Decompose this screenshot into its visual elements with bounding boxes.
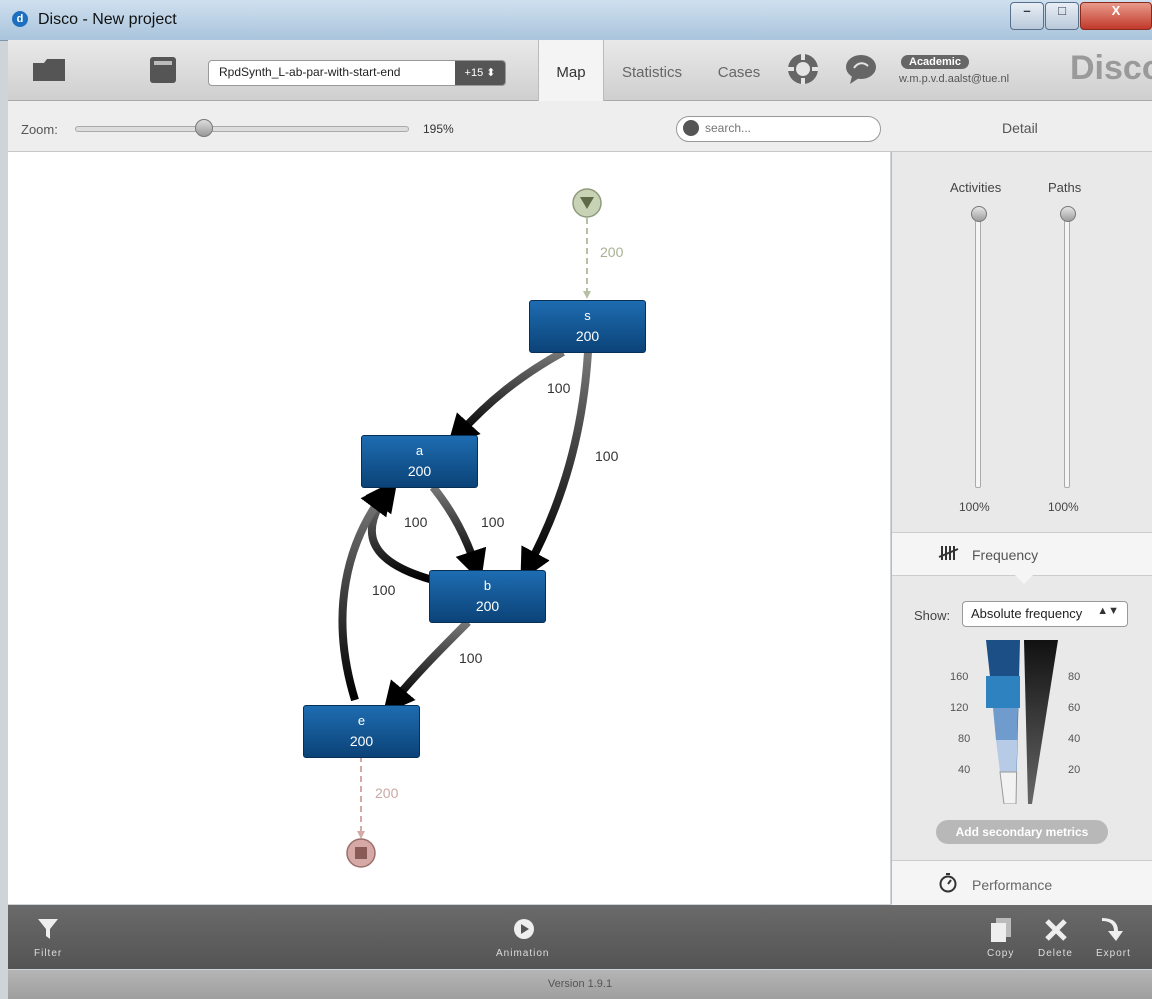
detail-panel: Activities Paths 100% 100% Frequency Sho… (891, 152, 1152, 905)
show-label: Show: (914, 608, 951, 623)
version-bar: Version 1.9.1 (8, 970, 1152, 999)
activities-slider-label: Activities (950, 180, 1002, 195)
zoom-slider-knob[interactable] (195, 119, 213, 137)
license-badge: Academic (901, 55, 969, 69)
edge-label-e-end: 200 (375, 785, 399, 801)
frequency-pointer (1014, 574, 1034, 584)
window-title: Disco - New project (38, 11, 177, 28)
end-node[interactable] (346, 838, 376, 868)
filter-icon[interactable] (37, 917, 59, 941)
edge-a-b[interactable] (429, 484, 487, 583)
frequency-header[interactable]: Frequency (892, 532, 1152, 576)
copy-icon[interactable] (990, 917, 1012, 943)
main-toolbar: RpdSynth_L-ab-par-with-start-end +15 ⬍ M… (8, 40, 1152, 101)
edge-label-a-b: 100 (481, 514, 505, 530)
right-scale-60: 60 (1068, 702, 1081, 714)
select-arrows-icon: ▲▼ (1097, 605, 1119, 617)
activity-node-a[interactable]: a 200 (361, 435, 478, 488)
frequency-label: Frequency (972, 547, 1039, 563)
zoom-label: Zoom: (21, 122, 58, 137)
activities-value: 100% (959, 500, 990, 514)
activity-name: e (357, 713, 366, 728)
activities-slider-track[interactable] (975, 214, 981, 488)
zoom-value: 195% (423, 122, 454, 136)
activity-name: a (415, 443, 424, 458)
paths-slider-label: Paths (1048, 180, 1082, 195)
dataset-count-badge[interactable]: +15 ⬍ (455, 61, 505, 85)
delete-icon[interactable] (1044, 918, 1068, 942)
help-lifebuoy-icon[interactable] (786, 52, 820, 86)
activity-frequency: 200 (407, 463, 432, 479)
stopwatch-icon (939, 873, 957, 893)
edge-label-b-e: 100 (459, 650, 483, 666)
frequency-legend-scale (986, 640, 1058, 804)
activity-frequency: 200 (575, 328, 600, 344)
right-scale-40: 40 (1068, 733, 1081, 745)
play-icon[interactable] (513, 918, 535, 940)
edge-label-s-b: 100 (595, 448, 619, 464)
activity-node-b[interactable]: b 200 (429, 570, 546, 623)
activity-node-s[interactable]: s 200 (529, 300, 646, 353)
left-scale-120: 120 (950, 702, 969, 714)
copy-button-label[interactable]: Copy (987, 948, 1014, 959)
brand-logo: Disco (1070, 49, 1152, 87)
activity-node-e[interactable]: e 200 (303, 705, 420, 758)
user-email: w.m.p.v.d.aalst@tue.nl (899, 73, 1010, 85)
process-map-edges (338, 188, 602, 868)
show-selected-value: Absolute frequency (971, 606, 1083, 621)
edge-b-a[interactable] (365, 479, 435, 584)
dataset-icon[interactable] (148, 55, 178, 85)
tally-icon (938, 546, 959, 560)
search-input[interactable] (703, 120, 877, 136)
left-scale-40: 40 (958, 764, 971, 776)
activity-name: s (584, 308, 591, 323)
activity-frequency: 200 (349, 733, 374, 749)
activities-slider-knob[interactable] (971, 206, 987, 222)
performance-header[interactable]: Performance (892, 860, 1152, 905)
animation-button-label[interactable]: Animation (496, 948, 549, 959)
disco-logo-icon: d (12, 11, 28, 27)
right-scale-80: 80 (1068, 671, 1081, 683)
paths-slider-track[interactable] (1064, 214, 1070, 488)
edge-label-s-a: 100 (547, 380, 571, 396)
activity-name: b (483, 578, 492, 593)
activity-frequency: 200 (475, 598, 500, 614)
export-button-label[interactable]: Export (1096, 948, 1131, 959)
maximize-button[interactable]: □ (1045, 2, 1079, 30)
zoom-bar: Zoom: 195% Detail (8, 101, 1152, 152)
right-scale-20: 20 (1068, 764, 1081, 776)
left-scale-160: 160 (950, 671, 969, 683)
window-titlebar: d Disco - New project – □ X (0, 0, 1152, 41)
search-icon (683, 120, 699, 136)
tab-statistics[interactable]: Statistics (612, 40, 692, 100)
dataset-name: RpdSynth_L-ab-par-with-start-end (219, 65, 401, 79)
dataset-select[interactable]: RpdSynth_L-ab-par-with-start-end +15 ⬍ (208, 60, 506, 86)
search-box[interactable] (676, 116, 881, 142)
close-button[interactable]: X (1080, 2, 1152, 30)
delete-button-label[interactable]: Delete (1038, 948, 1073, 959)
edge-label-start-s: 200 (600, 244, 624, 260)
tab-map[interactable]: Map (538, 40, 604, 101)
process-map-canvas[interactable]: s 200 a 200 b 200 e 200 200 100 100 100 … (8, 152, 890, 904)
paths-slider-knob[interactable] (1060, 206, 1076, 222)
performance-label: Performance (972, 877, 1053, 893)
start-node[interactable] (572, 188, 602, 218)
feedback-chat-icon[interactable] (844, 52, 878, 86)
bottom-toolbar: Filter Animation Copy Delete Export (8, 905, 1152, 969)
tab-cases[interactable]: Cases (708, 40, 770, 100)
filter-button-label[interactable]: Filter (34, 948, 62, 959)
edge-label-e-a: 100 (372, 582, 396, 598)
edge-label-b-a: 100 (404, 514, 428, 530)
edge-b-e[interactable] (382, 619, 471, 715)
folder-icon[interactable] (32, 57, 66, 83)
detail-panel-title: Detail (1002, 120, 1038, 136)
show-metric-select[interactable]: Absolute frequency ▲▼ (962, 601, 1128, 627)
left-scale-80: 80 (958, 733, 971, 745)
add-secondary-metrics-button[interactable]: Add secondary metrics (936, 820, 1108, 844)
version-label: Version 1.9.1 (547, 978, 613, 990)
zoom-slider-track[interactable] (75, 126, 409, 132)
paths-value: 100% (1048, 500, 1079, 514)
minimize-button[interactable]: – (1010, 2, 1044, 30)
export-icon[interactable] (1100, 917, 1124, 943)
